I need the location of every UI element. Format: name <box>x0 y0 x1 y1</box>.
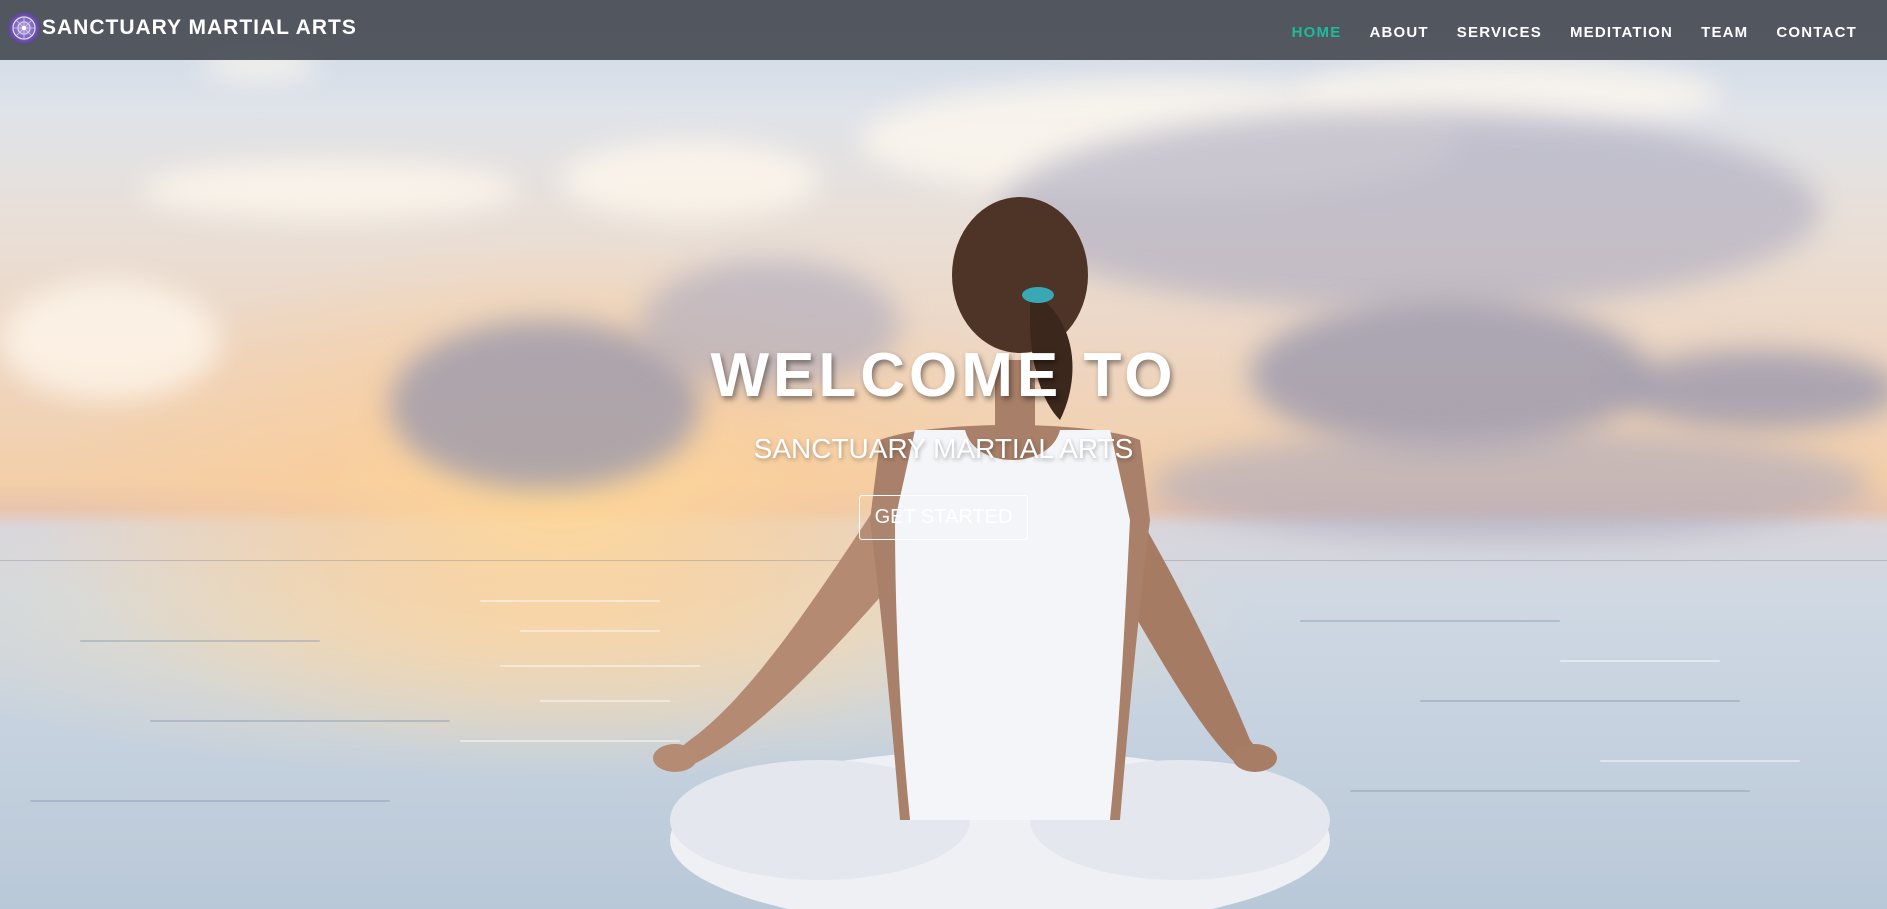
nav-item-about[interactable]: ABOUT <box>1369 24 1428 41</box>
hero-section: WELCOME TO SANCTUARY MARTIAL ARTS GET ST… <box>0 340 1887 540</box>
main-nav: HOME ABOUT SERVICES MEDITATION TEAM CONT… <box>1264 24 1857 41</box>
dojo-emblem-icon <box>8 12 40 44</box>
top-navbar: SANCTUARY MARTIAL ARTS HOME ABOUT SERVIC… <box>0 0 1887 60</box>
nav-item-services[interactable]: SERVICES <box>1457 24 1542 41</box>
nav-item-team[interactable]: TEAM <box>1701 24 1748 41</box>
nav-item-home[interactable]: HOME <box>1292 24 1342 41</box>
get-started-button[interactable]: GET STARTED <box>858 495 1029 540</box>
hero-subtitle: SANCTUARY MARTIAL ARTS <box>753 433 1134 464</box>
nav-item-meditation[interactable]: MEDITATION <box>1570 24 1673 41</box>
nav-item-contact[interactable]: CONTACT <box>1776 24 1857 41</box>
page: SANCTUARY MARTIAL ARTS HOME ABOUT SERVIC… <box>0 0 1887 909</box>
brand-title: SANCTUARY MARTIAL ARTS <box>42 16 357 39</box>
brand-link[interactable]: SANCTUARY MARTIAL ARTS <box>8 12 357 44</box>
hero-title: WELCOME TO <box>710 341 1177 410</box>
